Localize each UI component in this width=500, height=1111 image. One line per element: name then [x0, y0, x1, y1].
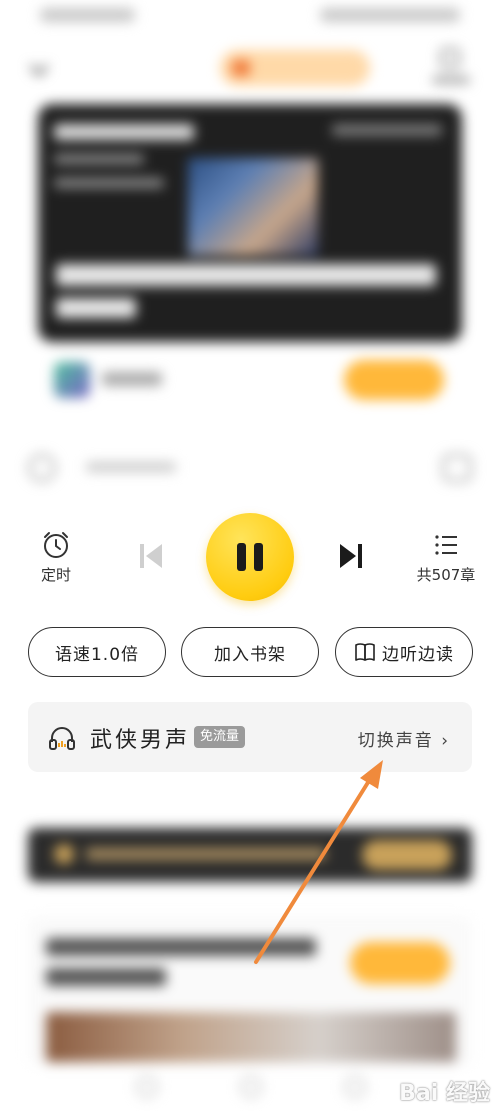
follow-button[interactable]: [344, 360, 444, 400]
pause-icon: [237, 543, 246, 571]
pause-button[interactable]: [206, 513, 294, 601]
open-book-icon: [355, 643, 375, 661]
voice-name: 武侠男声: [90, 728, 191, 753]
next-button[interactable]: [332, 540, 370, 572]
book-cover: [38, 104, 462, 342]
promo-banner[interactable]: [28, 828, 472, 882]
switch-voice-label: 切换声音: [357, 731, 434, 751]
card-button[interactable]: [350, 942, 450, 984]
alarm-clock-icon: [44, 532, 68, 558]
banner-button[interactable]: [362, 840, 452, 870]
card-image: [46, 1012, 456, 1062]
author-avatar[interactable]: [54, 362, 90, 398]
free-data-badge: 免流量: [194, 726, 246, 748]
more-icon[interactable]: [430, 46, 470, 90]
nav-recent-icon[interactable]: [344, 1076, 366, 1098]
author-name: [102, 372, 162, 386]
recommend-card[interactable]: [28, 916, 472, 1066]
switch-voice-link[interactable]: 切换声音 ›: [358, 726, 450, 751]
collapse-icon[interactable]: [29, 57, 49, 77]
listen-and-read-label: 边听边读: [382, 644, 454, 665]
voice-row[interactable]: 武侠男声 免流量 切换声音 ›: [28, 702, 472, 772]
list-icon: [435, 535, 457, 555]
message-icon[interactable]: [442, 454, 472, 482]
previous-button[interactable]: [132, 540, 170, 572]
author-row: [50, 356, 450, 402]
add-to-shelf-button[interactable]: 加入书架: [181, 627, 319, 677]
cover-image: [188, 158, 318, 256]
headphones-icon: [49, 727, 75, 750]
skip-previous-icon: [140, 544, 162, 568]
chapters-label: 共507章: [416, 566, 476, 584]
status-bar-left: [40, 8, 135, 22]
nav-home-icon[interactable]: [240, 1076, 262, 1098]
listen-and-read-button[interactable]: 边听边读: [335, 627, 473, 677]
add-to-shelf-label: 加入书架: [214, 644, 286, 665]
nav-back-icon[interactable]: [136, 1076, 158, 1098]
chapter-list-button[interactable]: 共507章: [404, 530, 488, 585]
speed-button[interactable]: 语速1.0倍: [28, 627, 166, 677]
status-bar: [0, 0, 500, 36]
comment-row: [0, 444, 500, 494]
promo-pill[interactable]: [220, 50, 370, 86]
speed-label: 语速1.0倍: [54, 644, 140, 665]
watermark: Bai 经验: [399, 1081, 490, 1106]
status-bar-right: [320, 8, 460, 22]
chevron-right-icon: ›: [441, 731, 450, 751]
timer-button[interactable]: 定时: [24, 530, 88, 585]
comment-placeholder[interactable]: [86, 462, 176, 472]
skip-next-icon: [340, 544, 362, 568]
player-header: [0, 40, 500, 100]
comment-icon[interactable]: [28, 454, 56, 482]
timer-label: 定时: [40, 566, 71, 584]
